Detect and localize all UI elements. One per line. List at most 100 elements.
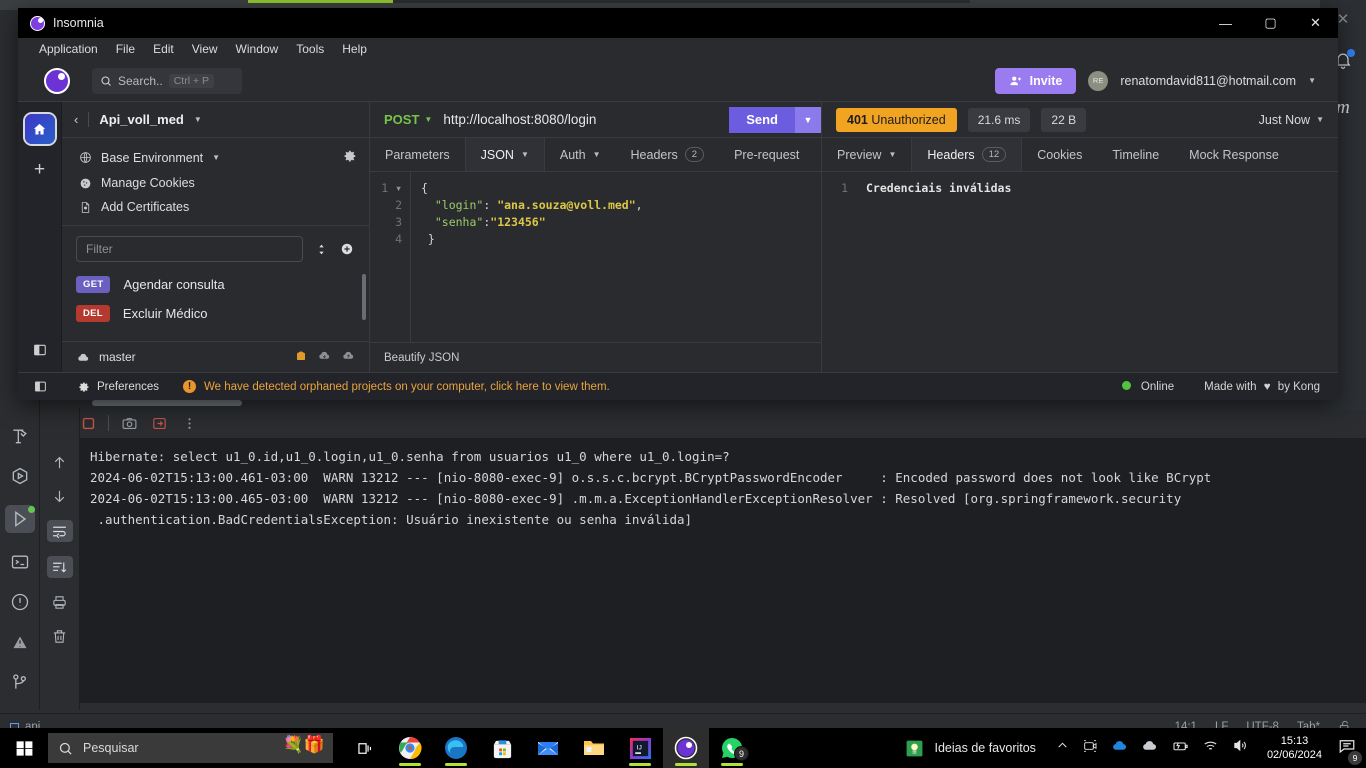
back-button[interactable]: ‹	[74, 112, 78, 127]
cloud-push-icon[interactable]	[342, 349, 355, 365]
filter-input[interactable]: Filter	[76, 236, 303, 262]
menu-file[interactable]: File	[107, 40, 144, 58]
gear-icon[interactable]	[343, 149, 357, 166]
add-request-icon[interactable]	[339, 241, 355, 257]
wifi-icon[interactable]	[1202, 737, 1219, 759]
scroll-to-end-icon[interactable]	[46, 556, 73, 578]
tab-body-json[interactable]: JSON ▼	[464, 138, 545, 171]
camera-snapshot-icon[interactable]	[119, 413, 139, 433]
preview-chevron-down-icon[interactable]: ▼	[888, 150, 896, 159]
editor-content[interactable]: { "login": "ana.souza@voll.med", "senha"…	[410, 172, 821, 342]
beautify-json-button[interactable]: Beautify JSON	[384, 352, 459, 364]
start-button[interactable]	[0, 728, 48, 768]
taskbar-chrome[interactable]	[387, 728, 433, 768]
export-arrow-icon[interactable]	[149, 413, 169, 433]
request-list[interactable]: GET Agendar consulta DEL Excluir Médico	[62, 270, 369, 341]
sidebar-scrollbar-thumb[interactable]	[362, 274, 366, 320]
more-options-icon[interactable]	[179, 413, 199, 433]
response-body-viewer[interactable]: 1 Credenciais inválidas	[822, 172, 1338, 372]
clear-all-icon[interactable]	[50, 626, 70, 646]
warning-triangle-icon[interactable]	[9, 631, 31, 653]
toggle-sidebar-button[interactable]	[33, 343, 47, 362]
request-body-editor[interactable]: 1 ▾ 2 3 4 { "login": "ana.souza@voll.med…	[370, 172, 821, 342]
send-options-chevron-down-icon[interactable]: ▼	[795, 106, 821, 133]
send-button[interactable]: Send	[729, 106, 795, 133]
chevron-down-icon[interactable]: ▼	[1308, 76, 1316, 85]
list-item[interactable]: DEL Excluir Médico	[62, 299, 369, 328]
preferences-button[interactable]: Preferences	[62, 381, 159, 393]
taskbar-search[interactable]: Pesquisar 💐🎁	[48, 733, 333, 763]
show-hidden-icons-chevron-up-icon[interactable]	[1056, 739, 1069, 757]
method-selector[interactable]: POST ▼	[384, 112, 432, 127]
terminal-icon[interactable]	[9, 551, 31, 573]
environment-chevron-down-icon[interactable]: ▼	[212, 153, 220, 162]
menu-help[interactable]: Help	[333, 40, 376, 58]
add-workspace-button[interactable]: +	[34, 160, 45, 179]
panel-toggle-button[interactable]	[18, 380, 62, 393]
tab-response-headers[interactable]: Headers 12	[911, 138, 1023, 171]
maximize-button[interactable]: ▢	[1248, 8, 1293, 38]
sidebar-item-base-environment[interactable]: Base Environment ▼	[62, 144, 369, 171]
print-icon[interactable]	[50, 592, 70, 612]
tab-auth[interactable]: Auth ▼	[545, 138, 616, 171]
response-history-selector[interactable]: Just Now ▼	[1259, 113, 1324, 127]
menu-window[interactable]: Window	[227, 40, 288, 58]
onedrive-blue-icon[interactable]	[1111, 737, 1128, 759]
branch-name[interactable]: master	[99, 350, 136, 364]
taskbar-file-explorer[interactable]	[571, 728, 617, 768]
news-and-interests[interactable]: Ideias de favoritos	[905, 739, 1036, 758]
body-type-chevron-down-icon[interactable]: ▼	[521, 150, 529, 159]
tab-headers[interactable]: Headers 2	[616, 138, 720, 171]
scroll-down-icon[interactable]	[50, 486, 70, 506]
search-input[interactable]: Search.. Ctrl + P	[92, 67, 242, 94]
list-item[interactable]: GET Agendar consulta	[62, 270, 369, 299]
task-view-button[interactable]	[341, 728, 387, 768]
taskbar-microsoft-store[interactable]	[479, 728, 525, 768]
scroll-up-icon[interactable]	[50, 452, 70, 472]
tab-mock-response[interactable]: Mock Response	[1174, 138, 1294, 171]
sidebar-item-manage-cookies[interactable]: Manage Cookies	[62, 171, 369, 195]
minimize-button[interactable]: —	[1203, 8, 1248, 38]
onedrive-grey-icon[interactable]	[1141, 737, 1158, 759]
avatar[interactable]: RE	[1088, 70, 1109, 91]
tab-timeline[interactable]: Timeline	[1097, 138, 1174, 171]
console-scrollbar-thumb[interactable]	[92, 400, 242, 406]
volume-icon[interactable]	[1232, 737, 1249, 759]
taskbar-insomnia[interactable]	[663, 728, 709, 768]
close-button[interactable]: ✕	[1293, 8, 1338, 38]
url-input[interactable]: http://localhost:8080/login	[443, 112, 596, 127]
home-button[interactable]	[24, 114, 55, 144]
taskbar-mail[interactable]	[525, 728, 571, 768]
sort-icon[interactable]	[313, 241, 329, 257]
problems-icon[interactable]	[9, 591, 31, 613]
build-hammer-icon[interactable]	[9, 425, 31, 447]
tab-pre-request[interactable]: Pre-request	[719, 138, 814, 171]
taskbar-intellij-idea[interactable]: IJ	[617, 728, 663, 768]
project-name[interactable]: Api_voll_med	[99, 112, 184, 127]
menu-application[interactable]: Application	[30, 40, 107, 58]
taskbar-clock[interactable]: 15:13 02/06/2024	[1267, 734, 1322, 762]
tab-cookies[interactable]: Cookies	[1022, 138, 1097, 171]
battery-charging-icon[interactable]	[1171, 737, 1189, 760]
menu-edit[interactable]: Edit	[144, 40, 183, 58]
menu-view[interactable]: View	[183, 40, 227, 58]
sidebar-item-add-certificates[interactable]: Add Certificates	[62, 195, 369, 219]
taskbar-edge[interactable]	[433, 728, 479, 768]
cloud-pull-icon[interactable]	[318, 349, 331, 365]
version-control-icon[interactable]	[9, 671, 31, 693]
orphaned-projects-warning[interactable]: ! We have detected orphaned projects on …	[183, 380, 610, 393]
invite-button[interactable]: Invite	[994, 67, 1077, 94]
fold-arrow-icon[interactable]: ▾	[395, 181, 402, 195]
tab-preview[interactable]: Preview ▼	[822, 138, 911, 171]
tab-parameters[interactable]: Parameters	[370, 138, 465, 171]
menu-tools[interactable]: Tools	[287, 40, 333, 58]
console-scrollbar-track[interactable]	[86, 400, 1356, 406]
soft-wrap-icon[interactable]	[46, 520, 73, 542]
run-hex-icon[interactable]	[9, 465, 31, 487]
stop-icon[interactable]	[78, 413, 98, 433]
sync-pending-icon[interactable]	[295, 350, 307, 365]
run-tool-window-icon[interactable]	[4, 505, 35, 533]
notification-center-button[interactable]: 9	[1338, 737, 1362, 765]
webcam-icon[interactable]	[1082, 738, 1098, 759]
auth-chevron-down-icon[interactable]: ▼	[593, 150, 601, 159]
